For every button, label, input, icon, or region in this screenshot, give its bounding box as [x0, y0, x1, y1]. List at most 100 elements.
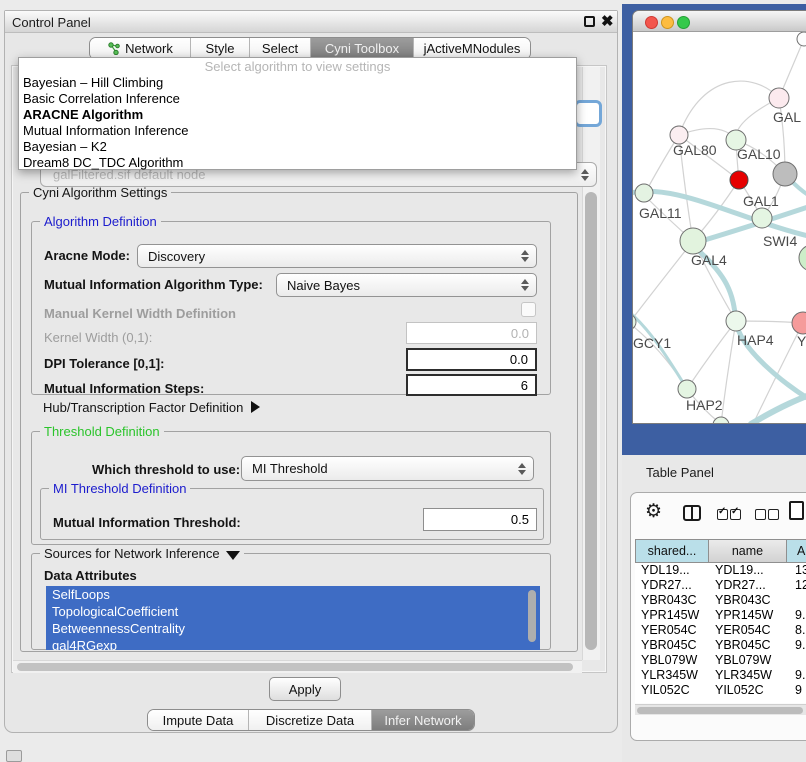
table-hscroll-thumb[interactable] — [637, 707, 803, 714]
list-item[interactable]: TopologicalCoefficient — [46, 603, 540, 620]
dropdown-prompt: Select algorithm to view settings — [19, 58, 576, 75]
table-row[interactable]: YER054CYER054C8. — [635, 623, 806, 638]
network-node-gal1[interactable] — [752, 208, 772, 228]
network-window-titlebar[interactable] — [633, 11, 806, 32]
list-item[interactable]: SelfLoops — [46, 586, 540, 603]
hub-definition-label: Hub/Transcription Factor Definition — [43, 400, 243, 415]
table-row[interactable]: YPR145WYPR145W9. — [635, 608, 806, 623]
network-node-gal11[interactable] — [635, 184, 653, 202]
tab-cyni-toolbox[interactable]: Cyni Toolbox — [311, 38, 414, 59]
expander-arrow-icon[interactable] — [251, 401, 260, 413]
list-item[interactable]: BetweennessCentrality — [46, 620, 540, 637]
hub-definition-expander[interactable]: Hub/Transcription Factor Definition — [43, 399, 260, 417]
network-node-hap2[interactable] — [678, 380, 696, 398]
tab-impute-data[interactable]: Impute Data — [148, 710, 249, 730]
table-body: YDL19...YDL19...13 YDR27...YDR27...12 YB… — [635, 563, 806, 703]
network-canvas[interactable]: GAL GAL80 GAL10 GAL1 SWI4 GAL11 GAL4 GCY… — [633, 32, 806, 424]
tab-network[interactable]: Network — [90, 38, 191, 59]
tab-select[interactable]: Select — [250, 38, 311, 59]
tab-discretize-data[interactable]: Discretize Data — [249, 710, 372, 730]
table-row[interactable]: YBR043CYBR043C — [635, 593, 806, 608]
select-all-checkbox-icon[interactable] — [717, 509, 728, 520]
kernel-width-field[interactable]: 0.0 — [406, 322, 537, 344]
svg-text:Y: Y — [797, 333, 806, 349]
network-node-top[interactable] — [797, 32, 806, 46]
vertical-scrollbar[interactable] — [582, 67, 600, 660]
network-node-hap4[interactable] — [726, 311, 746, 331]
gear-icon[interactable]: ⚙ — [645, 501, 662, 523]
svg-text:GAL10: GAL10 — [737, 146, 781, 162]
column-header-name[interactable]: name — [708, 539, 787, 563]
network-node-gal4[interactable] — [680, 228, 706, 254]
zoom-traffic-light-icon[interactable] — [677, 16, 690, 29]
svg-text:GAL1: GAL1 — [743, 193, 779, 209]
tab-infer-network[interactable]: Infer Network — [372, 710, 474, 730]
algorithm-dropdown-list: Select algorithm to view settings Bayesi… — [18, 57, 577, 170]
control-panel-titlebar[interactable]: Control Panel ✖ — [5, 11, 617, 33]
close-traffic-light-icon[interactable] — [645, 16, 658, 29]
spinner-icon — [521, 279, 529, 291]
column-header-a[interactable]: A — [786, 539, 806, 563]
svg-text:HAP4: HAP4 — [737, 332, 774, 348]
dropdown-item[interactable]: Bayesian – K2 — [19, 139, 576, 155]
which-threshold-label: Which threshold to use: — [92, 462, 240, 477]
svg-text:SWI4: SWI4 — [763, 233, 797, 249]
deselect-all-checkbox2-icon[interactable] — [768, 509, 779, 520]
table-row[interactable]: YDL19...YDL19...13 — [635, 563, 806, 578]
close-icon[interactable]: ✖ — [601, 13, 614, 31]
svg-text:HAP2: HAP2 — [686, 397, 723, 413]
deselect-all-checkbox-icon[interactable] — [755, 509, 766, 520]
data-attributes-label: Data Attributes — [44, 568, 137, 583]
table-horizontal-scrollbar[interactable] — [635, 704, 806, 715]
table-row[interactable]: YIL052CYIL052C9 — [635, 683, 806, 698]
dpi-tolerance-field[interactable]: 0.0 — [406, 348, 537, 371]
horizontal-scrollbar-thumb[interactable] — [17, 663, 573, 671]
mi-algorithm-type-select[interactable]: Naive Bayes — [276, 273, 537, 297]
list-item[interactable]: gal4RGexp — [46, 637, 540, 650]
float-window-icon[interactable] — [584, 16, 595, 27]
network-window[interactable]: GAL GAL80 GAL10 GAL1 SWI4 GAL11 GAL4 GCY… — [632, 10, 806, 424]
dropdown-item-selected[interactable]: ARACNE Algorithm — [19, 107, 576, 123]
network-tab-icon — [107, 42, 120, 55]
data-attributes-list[interactable]: SelfLoops TopologicalCoefficient Between… — [46, 586, 540, 650]
spinner-icon — [581, 169, 589, 181]
aracne-mode-select[interactable]: Discovery — [137, 244, 537, 268]
network-node-gal[interactable] — [769, 88, 789, 108]
vertical-scrollbar-thumb[interactable] — [585, 192, 597, 650]
select-all-checkbox2-icon[interactable] — [730, 509, 741, 520]
table-row[interactable]: YDR27...YDR27...12 — [635, 578, 806, 593]
algorithm-definition-group: Algorithm Definition Aracne Mode: Discov… — [31, 221, 551, 395]
column-header-shared[interactable]: shared... — [635, 539, 709, 563]
network-node-gal1-selected[interactable] — [730, 171, 748, 189]
screen: { "titlebar": {"title": "Control Panel",… — [0, 0, 806, 762]
dropdown-item[interactable]: Mutual Information Inference — [19, 123, 576, 139]
which-threshold-select[interactable]: MI Threshold — [241, 456, 534, 481]
minimized-panel-icon[interactable] — [6, 750, 22, 762]
aracne-mode-label: Aracne Mode: — [44, 248, 130, 263]
dropdown-item[interactable]: Dream8 DC_TDC Algorithm — [19, 155, 576, 171]
apply-button[interactable]: Apply — [269, 677, 341, 701]
table-row[interactable]: YBL079WYBL079W — [635, 653, 806, 668]
algorithm-definition-title: Algorithm Definition — [40, 214, 161, 229]
list-scrollbar-thumb[interactable] — [528, 590, 536, 642]
columns-icon[interactable] — [683, 505, 701, 521]
spinner-icon — [518, 463, 526, 475]
table-row[interactable]: YLR345WYLR345W9. — [635, 668, 806, 683]
dropdown-item[interactable]: Basic Correlation Inference — [19, 91, 576, 107]
network-node-gray[interactable] — [773, 162, 797, 186]
cyni-algorithm-settings-group: Cyni Algorithm Settings Algorithm Defini… — [20, 192, 578, 652]
horizontal-scrollbar[interactable] — [13, 660, 582, 673]
collapse-arrow-icon[interactable] — [226, 551, 240, 560]
svg-text:GAL4: GAL4 — [691, 252, 727, 268]
mi-steps-field[interactable]: 6 — [406, 374, 537, 396]
table-row[interactable]: YBR045CYBR045C9. — [635, 638, 806, 653]
cyni-algorithm-settings-title: Cyni Algorithm Settings — [29, 185, 171, 200]
dropdown-item[interactable]: Bayesian – Hill Climbing — [19, 75, 576, 91]
manual-kernel-width-checkbox[interactable] — [521, 302, 536, 317]
tab-jactivemnodules[interactable]: jActiveMNodules — [414, 38, 530, 59]
inference-algorithm-select-focused[interactable] — [574, 100, 602, 127]
tab-style[interactable]: Style — [191, 38, 250, 59]
export-table-icon[interactable] — [789, 501, 804, 520]
minimize-traffic-light-icon[interactable] — [661, 16, 674, 29]
mi-threshold-field[interactable]: 0.5 — [423, 508, 537, 531]
